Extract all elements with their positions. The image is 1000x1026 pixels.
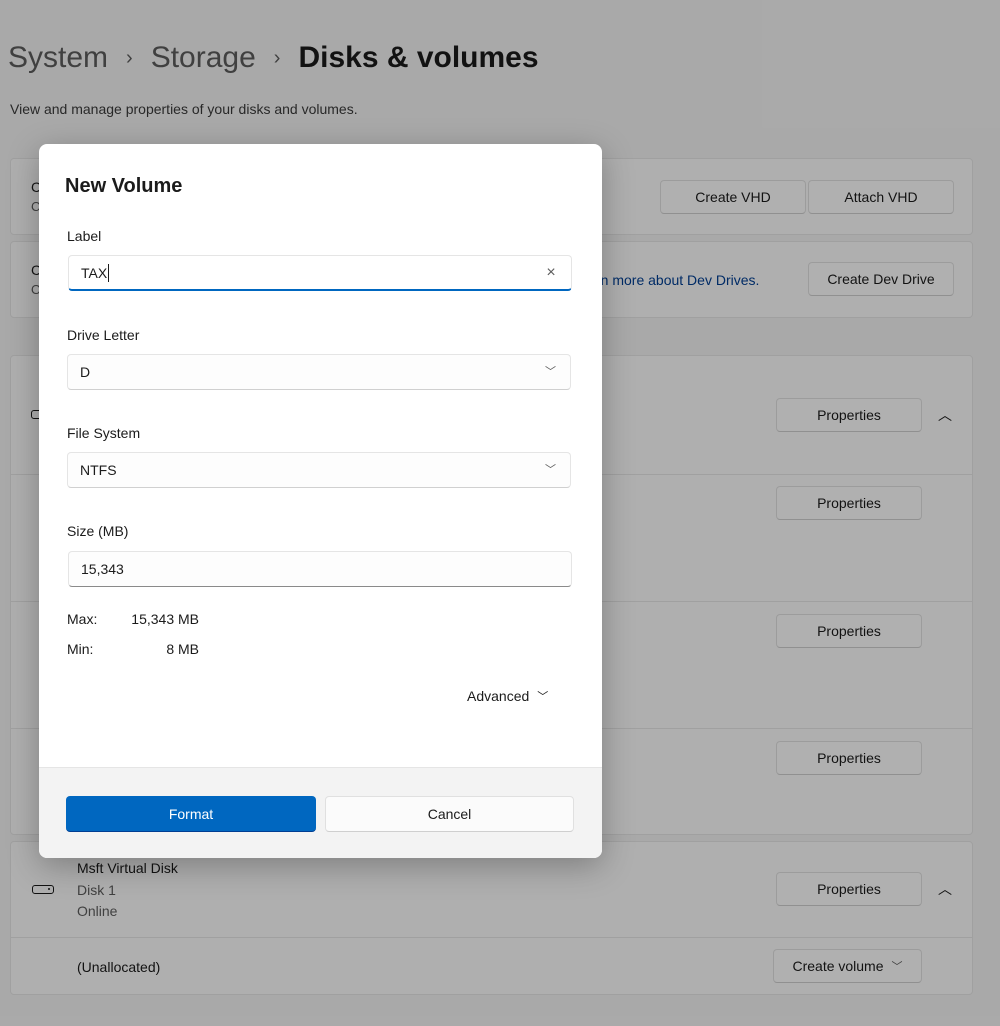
advanced-toggle[interactable]: Advanced ﹀ (467, 688, 548, 704)
size-input[interactable]: 15,343 (68, 551, 572, 587)
cancel-button[interactable]: Cancel (325, 796, 574, 832)
label-input-value: TAX (81, 264, 108, 281)
drive-letter-label: Drive Letter (67, 327, 140, 343)
advanced-label: Advanced (467, 688, 530, 704)
file-system-label: File System (67, 425, 141, 441)
max-label: Max: (67, 611, 98, 627)
drive-letter-select[interactable]: D ﹀ (67, 354, 571, 390)
chevron-down-icon: ﹀ (545, 464, 556, 477)
label-input[interactable]: TAX × (68, 255, 572, 291)
dialog-title: New Volume (65, 175, 183, 197)
format-button[interactable]: Format (66, 796, 316, 832)
file-system-value: NTFS (80, 462, 117, 478)
max-value: 15,343 MB (131, 611, 199, 627)
clear-icon[interactable]: × (541, 264, 561, 282)
min-label: Min: (67, 641, 94, 657)
max-size-row: Max: 15,343 MB (67, 611, 267, 631)
min-value: 8 MB (166, 641, 199, 657)
text-caret (108, 263, 110, 282)
chevron-down-icon: ﹀ (537, 691, 549, 703)
dialog-footer: Format Cancel (39, 767, 602, 858)
new-volume-dialog: New Volume Label TAX × Drive Letter D ﹀ … (39, 144, 602, 858)
label-field-label: Label (67, 228, 102, 244)
drive-letter-value: D (80, 364, 91, 380)
file-system-select[interactable]: NTFS ﹀ (67, 452, 571, 488)
min-size-row: Min: 8 MB (67, 641, 267, 661)
chevron-down-icon: ﹀ (545, 366, 556, 379)
size-input-value: 15,343 (81, 561, 124, 577)
size-label: Size (MB) (67, 523, 129, 539)
